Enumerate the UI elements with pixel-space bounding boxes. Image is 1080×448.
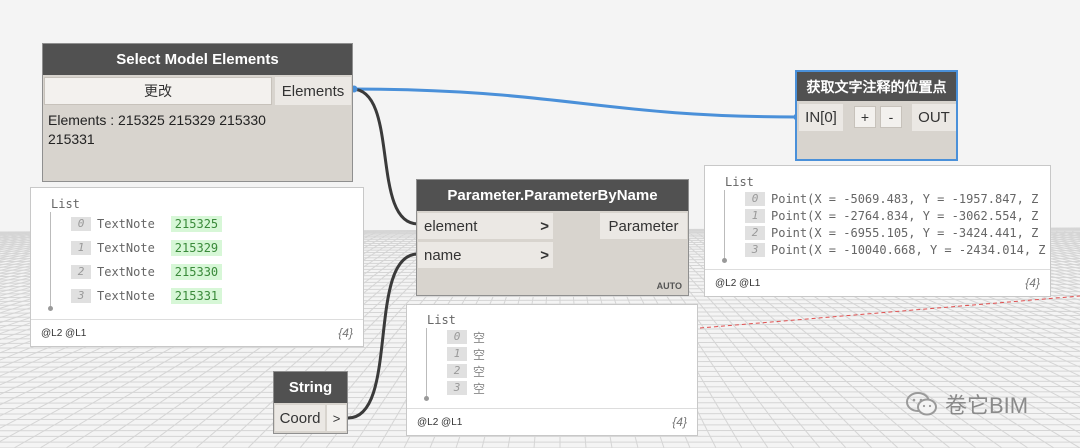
watch-panel-points[interactable]: List 0 Point(X = -5069.483, Y = -1957.84… [704, 165, 1051, 297]
watch-panel-elements[interactable]: List 0 TextNote 215325 1 TextNote 215329… [30, 187, 364, 347]
name-input-port[interactable]: name > [418, 242, 553, 268]
list-item: 1 TextNote 215329 [71, 239, 223, 257]
remove-input-button[interactable]: - [880, 106, 902, 128]
list-item: 3 Point(X = -10040.668, Y = -2434.014, Z [745, 242, 1046, 258]
chevron-right-icon: > [540, 217, 549, 235]
select-model-elements-node[interactable]: Select Model Elements 更改 Elements Elemen… [42, 43, 353, 182]
tree-dot [722, 258, 727, 263]
node-title[interactable]: Parameter.ParameterByName [417, 180, 688, 211]
list-item: 3 TextNote 215331 [71, 287, 223, 305]
list-levels: @L2 @L1 [715, 278, 761, 289]
node-body: element > name > Parameter AUTO [417, 211, 688, 295]
chevron-right-icon: > [540, 246, 549, 264]
change-selection-button[interactable]: 更改 [44, 77, 272, 105]
wechat-icon [906, 392, 937, 416]
list-levels: @L2 @L1 [41, 328, 87, 339]
point-value: Point(X = -10040.668, Y = -2434.014, Z [771, 243, 1046, 257]
element-id[interactable]: 215325 [170, 216, 223, 232]
tree-dot [48, 306, 53, 311]
selection-summary-line1: Elements : 215325 215329 215330 [48, 112, 266, 128]
watch-header: List [427, 313, 456, 327]
element-type: TextNote [97, 289, 155, 303]
list-item: 0 TextNote 215325 [71, 215, 223, 233]
tree-line [724, 190, 725, 260]
tree-line [50, 212, 51, 308]
watermark-text: 卷它BIM [945, 393, 1029, 418]
node-body: Coord > [274, 403, 347, 433]
port-label: element [424, 217, 478, 235]
parameter-by-name-node[interactable]: Parameter.ParameterByName element > name… [416, 179, 689, 296]
element-id[interactable]: 215330 [170, 264, 223, 280]
list-item: 1 空 [447, 346, 485, 362]
node-title[interactable]: String [274, 372, 347, 403]
null-value: 空 [473, 381, 486, 396]
watch-header: List [51, 197, 80, 211]
point-value: Point(X = -5069.483, Y = -1957.847, Z [771, 192, 1039, 206]
element-input-port[interactable]: element > [418, 213, 553, 239]
node-title[interactable]: Select Model Elements [43, 44, 352, 75]
node-body: IN[0] + - OUT [797, 101, 956, 159]
port-label: name [424, 246, 462, 264]
list-index: 3 [71, 289, 91, 303]
list-item: 0 空 [447, 329, 485, 345]
elements-output-port[interactable]: Elements [275, 77, 351, 105]
node-body: 更改 Elements Elements : 215325 215329 215… [43, 75, 352, 181]
watermark: 卷它BIM [905, 388, 1028, 420]
add-input-button[interactable]: + [854, 106, 876, 128]
watch-footer: @L2 @L1 {4} [31, 319, 363, 346]
list-index: 2 [745, 226, 765, 240]
element-id[interactable]: 215329 [170, 240, 223, 256]
list-index: 0 [71, 217, 91, 231]
point-value: Point(X = -2764.834, Y = -3062.554, Z [771, 209, 1039, 223]
element-type: TextNote [97, 217, 155, 231]
watch-footer: @L2 @L1 {4} [705, 269, 1050, 296]
list-index: 1 [71, 241, 91, 255]
list-index: 2 [447, 364, 467, 378]
list-item: 2 空 [447, 363, 485, 379]
watch-header: List [725, 175, 754, 189]
node-title[interactable]: 获取文字注释的位置点 [797, 72, 956, 101]
list-count: {4} [338, 326, 353, 340]
string-node[interactable]: String Coord > [273, 371, 348, 434]
out-output-port[interactable]: OUT [912, 104, 956, 131]
list-item: 2 Point(X = -6955.105, Y = -3424.441, Z [745, 225, 1038, 241]
list-index: 2 [71, 265, 91, 279]
watch-footer: @L2 @L1 {4} [407, 408, 697, 435]
list-index: 3 [447, 381, 467, 395]
selection-summary-line2: 215331 [48, 131, 95, 147]
list-levels: @L2 @L1 [417, 417, 463, 428]
list-count: {4} [672, 415, 687, 429]
list-item: 2 TextNote 215330 [71, 263, 223, 281]
in0-input-port[interactable]: IN[0] [799, 104, 843, 131]
watch-panel-parameter[interactable]: List 0 空 1 空 2 空 3 空 @L2 @L1 {4} [406, 304, 698, 436]
element-type: TextNote [97, 265, 155, 279]
tree-line [426, 328, 427, 398]
element-id[interactable]: 215331 [170, 288, 223, 304]
tree-dot [424, 396, 429, 401]
list-item: 3 空 [447, 380, 485, 396]
element-type: TextNote [97, 241, 155, 255]
string-output-port[interactable]: > [327, 405, 346, 431]
list-item: 1 Point(X = -2764.834, Y = -3062.554, Z [745, 208, 1038, 224]
get-text-position-node[interactable]: 获取文字注释的位置点 IN[0] + - OUT [795, 70, 958, 161]
list-index: 0 [745, 192, 765, 206]
parameter-output-port[interactable]: Parameter [600, 213, 687, 239]
point-value: Point(X = -6955.105, Y = -3424.441, Z [771, 226, 1039, 240]
null-value: 空 [473, 364, 486, 379]
null-value: 空 [473, 330, 486, 345]
string-value-field[interactable]: Coord [275, 405, 325, 431]
list-count: {4} [1025, 276, 1040, 290]
list-index: 3 [745, 243, 765, 257]
list-index: 1 [447, 347, 467, 361]
list-index: 1 [745, 209, 765, 223]
lacing-indicator[interactable]: AUTO [657, 281, 682, 291]
list-index: 0 [447, 330, 467, 344]
list-item: 0 Point(X = -5069.483, Y = -1957.847, Z [745, 191, 1038, 207]
null-value: 空 [473, 347, 486, 362]
